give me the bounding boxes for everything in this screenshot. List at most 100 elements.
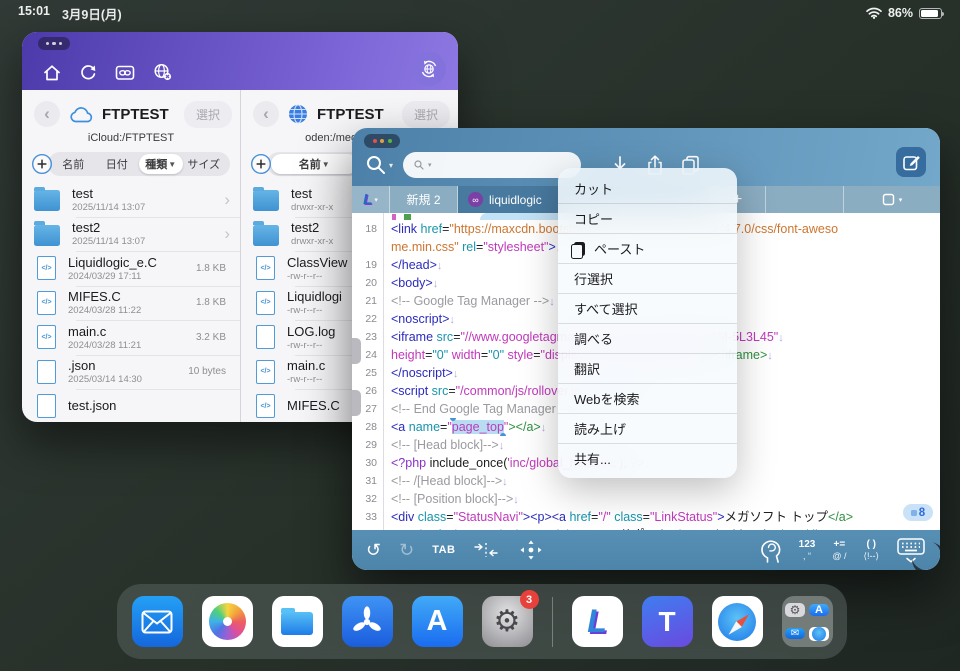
redo-icon[interactable]: ↻ bbox=[399, 540, 414, 561]
context-menu-item[interactable]: 読み上げ bbox=[558, 413, 737, 443]
sort-option[interactable]: サイズ bbox=[183, 154, 227, 174]
refresh-icon[interactable] bbox=[78, 63, 98, 82]
file-row[interactable]: test 2025/11/14 13:07 › bbox=[22, 182, 240, 217]
scroll-indicator[interactable] bbox=[352, 390, 361, 416]
dock-app-photos[interactable] bbox=[202, 596, 253, 647]
context-menu-item[interactable]: コピー bbox=[558, 203, 737, 233]
context-menu-item[interactable]: 共有... bbox=[558, 443, 737, 473]
context-menu-item[interactable]: 行選択 bbox=[558, 263, 737, 293]
dock-app-files[interactable] bbox=[272, 596, 323, 647]
line-number: 29 bbox=[352, 436, 383, 454]
file-row[interactable]: test2 2025/11/14 13:07 › bbox=[22, 217, 240, 252]
dock-app-mail[interactable] bbox=[132, 596, 183, 647]
search-dropdown-icon[interactable]: ▾ bbox=[389, 161, 393, 170]
indent-icon[interactable] bbox=[473, 541, 499, 559]
annotation-count-badge[interactable]: 8 bbox=[903, 504, 933, 521]
globe-disconnect-icon[interactable] bbox=[152, 62, 173, 82]
file-row[interactable]: .json 2025/03/14 14:30 10 bytes › bbox=[22, 355, 240, 390]
context-menu-item[interactable]: ペースト bbox=[558, 233, 737, 263]
context-menu-item[interactable]: 調べる bbox=[558, 323, 737, 353]
keyboard-shortcut-key[interactable]: ( ) ⟨!--⟩ bbox=[863, 539, 879, 561]
add-button[interactable] bbox=[250, 153, 272, 175]
notification-badge: 3 bbox=[520, 590, 539, 609]
context-menu-item[interactable]: Webを検索 bbox=[558, 383, 737, 413]
sort-option[interactable]: 名前 bbox=[52, 154, 96, 174]
menu-item-label: すべて選択 bbox=[574, 299, 638, 318]
sort-option[interactable]: 日付 bbox=[96, 154, 140, 174]
context-menu-item[interactable]: 翻訳 bbox=[558, 353, 737, 383]
date: 3月9日(月) bbox=[62, 4, 122, 23]
sort-option[interactable]: 種類▼ bbox=[139, 154, 183, 174]
tab-bar-spacer bbox=[766, 186, 844, 213]
app-logo[interactable]: L ▾ bbox=[352, 186, 390, 213]
file-detail: 2025/11/14 13:07 bbox=[72, 236, 220, 247]
menu-item-label: コピー bbox=[574, 209, 613, 228]
sort-bar: 名前 日付 種類▼ サイズ bbox=[48, 152, 230, 176]
file-row[interactable]: test.json › bbox=[22, 389, 240, 422]
dock-divider bbox=[552, 597, 553, 647]
tab-overview-button[interactable]: ▾ bbox=[844, 186, 940, 213]
tab-new-2[interactable]: 新規 2 bbox=[390, 186, 458, 213]
dock-app-testflight[interactable] bbox=[342, 596, 393, 647]
dock-app-group[interactable]: ⚙ A ✉ bbox=[782, 596, 833, 647]
back-button[interactable]: ‹ bbox=[34, 101, 60, 127]
file-row[interactable]: main.c 2024/03/28 11:21 3.2 KB › bbox=[22, 320, 240, 355]
line-number: 31 bbox=[352, 472, 383, 490]
window-controls[interactable] bbox=[38, 37, 70, 50]
undo-icon[interactable]: ↺ bbox=[366, 540, 381, 561]
code-line[interactable]: 32 <!-- [Position block]-->↓ bbox=[352, 490, 940, 508]
file-name: test bbox=[72, 186, 220, 201]
dock-app-liquidlogic[interactable]: L bbox=[572, 596, 623, 647]
dock-app-safari[interactable] bbox=[712, 596, 763, 647]
gutter-divider bbox=[383, 213, 384, 530]
file-manager-toolbar bbox=[22, 32, 458, 90]
file-type-icon bbox=[34, 190, 60, 211]
dock-app-text-editor[interactable]: T bbox=[642, 596, 693, 647]
dictation-head-icon[interactable] bbox=[759, 538, 782, 563]
menu-item-label: 共有... bbox=[574, 449, 611, 468]
menu-item-label: 調べる bbox=[574, 329, 613, 348]
context-menu-item[interactable]: すべて選択 bbox=[558, 293, 737, 323]
file-row[interactable]: MIFES.C 2024/03/28 11:22 1.8 KB › bbox=[22, 286, 240, 321]
sort-option[interactable]: 名前▼ bbox=[271, 154, 358, 174]
scroll-indicator[interactable] bbox=[352, 338, 361, 364]
file-list: test 2025/11/14 13:07 › test2 2025/11/14… bbox=[22, 182, 240, 422]
mini-mail-icon: ✉ bbox=[785, 628, 805, 639]
search-input[interactable]: ▾ bbox=[403, 152, 581, 178]
battery-icon bbox=[919, 8, 942, 19]
dock-app-appstore[interactable]: A bbox=[412, 596, 463, 647]
file-detail: 2025/11/14 13:07 bbox=[72, 202, 220, 213]
keyboard-shortcut-key[interactable]: 123 , “ bbox=[799, 539, 816, 561]
tab-key[interactable]: TAB bbox=[432, 544, 455, 556]
select-button[interactable]: 選択 bbox=[184, 101, 232, 128]
menu-item-label: 行選択 bbox=[574, 269, 613, 288]
back-button[interactable]: ‹ bbox=[253, 101, 279, 127]
link-collection-icon[interactable] bbox=[114, 63, 136, 82]
file-name: .json bbox=[68, 358, 188, 373]
file-detail: 2024/03/29 17:11 bbox=[68, 271, 196, 282]
menu-item-label: カット bbox=[574, 179, 613, 198]
context-menu-item[interactable]: カット bbox=[558, 173, 737, 203]
chevron-down-icon: ▾ bbox=[899, 196, 903, 204]
globe-sync-badge-icon[interactable] bbox=[412, 52, 446, 86]
select-button[interactable]: 選択 bbox=[402, 101, 450, 128]
home-icon[interactable] bbox=[42, 63, 62, 82]
window-controls[interactable] bbox=[364, 134, 400, 148]
file-size: 1.8 KB bbox=[196, 297, 226, 308]
dock-app-settings[interactable]: ⚙ 3 bbox=[482, 596, 533, 647]
code-line[interactable]: 33 <div class="StatusNavi"><p><a href="/… bbox=[352, 508, 940, 526]
mini-appstore-icon: A bbox=[809, 604, 829, 616]
search-icon[interactable] bbox=[364, 153, 388, 177]
keyboard-shortcut-key[interactable]: += @ / bbox=[832, 539, 846, 561]
compose-button[interactable] bbox=[896, 147, 926, 177]
menu-item-label: ペースト bbox=[594, 239, 645, 258]
file-name: main.c bbox=[68, 324, 196, 339]
gear-icon: ⚙ bbox=[494, 604, 521, 639]
file-row[interactable]: Liquidlogic_e.C 2024/03/29 17:11 1.8 KB … bbox=[22, 251, 240, 286]
add-button[interactable] bbox=[31, 153, 53, 175]
status-bar: 15:01 3月9日(月) 86% bbox=[0, 0, 960, 24]
path-label: iCloud:/FTPTEST bbox=[22, 132, 240, 147]
cursor-dpad-icon[interactable] bbox=[517, 538, 545, 562]
mini-gear-icon: ⚙ bbox=[785, 603, 805, 617]
file-size: 3.2 KB bbox=[196, 332, 226, 343]
